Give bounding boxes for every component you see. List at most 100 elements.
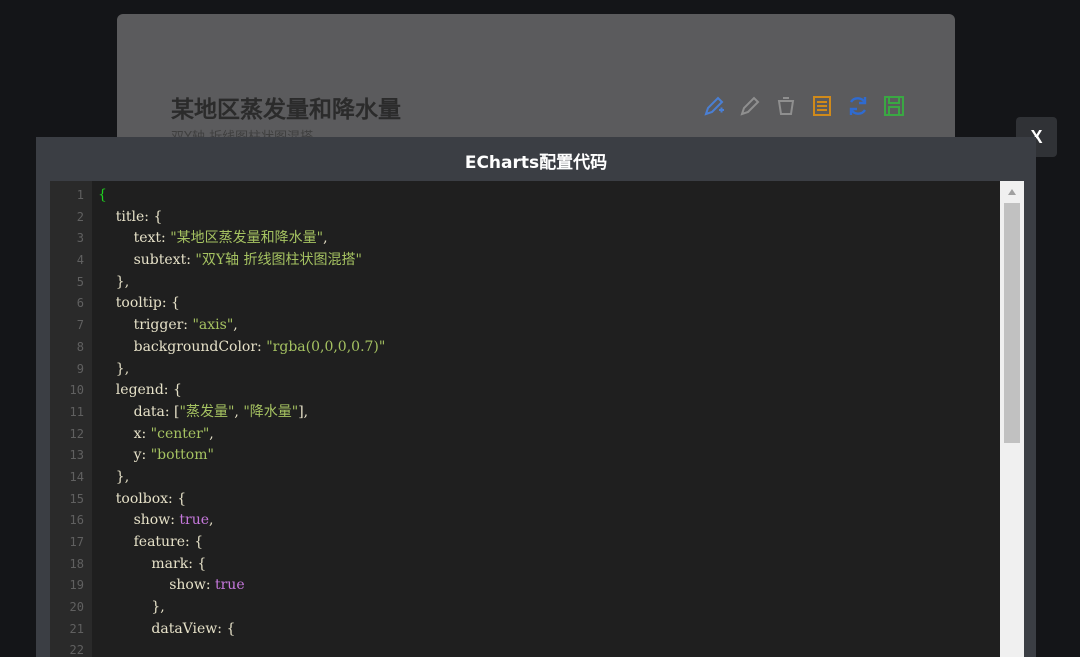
code-token: mark: { (98, 555, 207, 572)
mark-button[interactable] (701, 93, 727, 119)
code-token: }, (98, 468, 130, 485)
code-line: }, (98, 359, 998, 381)
line-number: 3 (76, 231, 84, 246)
line-number: 10 (69, 383, 84, 398)
code-line: { (98, 185, 998, 207)
code-token: "center" (150, 425, 210, 442)
code-token: , (234, 403, 244, 420)
code-token: , (209, 512, 214, 529)
save-image-icon (884, 96, 904, 116)
line-number: 22 (69, 643, 84, 657)
code-token: "双Y轴 折线图柱状图混搭" (195, 252, 362, 269)
code-token: "axis" (192, 317, 234, 334)
code-editor[interactable]: 1 2 3 4 5 6 7 8 9 10 11 12 13 14 15 16 17 18 19 20 21 22 { ti… (50, 181, 1024, 657)
scroll-up-button[interactable] (1000, 183, 1024, 201)
line-number: 12 (69, 426, 84, 441)
code-token: true (179, 512, 210, 529)
line-number: 11 (69, 404, 84, 419)
save-image-button[interactable] (881, 93, 907, 119)
mark-clear-icon (777, 97, 795, 115)
code-line: subtext: "双Y轴 折线图柱状图混搭" (98, 250, 998, 272)
mark-icon (704, 96, 724, 116)
code-line: }, (98, 272, 998, 294)
chart-title: 某地区蒸发量和降水量 (171, 97, 401, 123)
line-number: 9 (76, 361, 84, 376)
code-line: dataView: { (98, 619, 998, 641)
code-token: legend: { (98, 382, 182, 399)
line-number: 4 (76, 253, 84, 268)
code-line: legend: { (98, 380, 998, 402)
code-line: text: "某地区蒸发量和降水量", (98, 228, 998, 250)
code-token: "bottom" (150, 447, 214, 464)
code-line: show: true (98, 575, 998, 597)
code-token: backgroundColor: (98, 338, 267, 355)
config-code-dialog: ECharts配置代码 1 2 3 4 5 6 7 8 9 10 11 12 13 14 15 16 17 18 1… (36, 137, 1036, 657)
code-token: feature: { (98, 534, 204, 550)
line-number: 19 (69, 578, 84, 593)
scrollbar-thumb[interactable] (1004, 203, 1020, 443)
code-token: text: (98, 230, 171, 247)
code-token: tooltip: { (98, 295, 180, 312)
code-line: }, (98, 467, 998, 489)
code-line: x: "center", (98, 424, 998, 446)
code-line: feature: { (98, 532, 998, 554)
line-number: 5 (76, 274, 84, 289)
code-token: show: (98, 577, 215, 594)
code-token: subtext: (98, 252, 196, 269)
restore-icon (849, 97, 867, 115)
code-line: backgroundColor: "rgba(0,0,0,0.7)" (98, 337, 998, 359)
code-line: tooltip: { (98, 293, 998, 315)
code-token: "蒸发量" (179, 403, 235, 420)
line-number: 13 (69, 448, 84, 463)
code-token: data: [ (98, 403, 180, 420)
code-token: true (214, 577, 245, 594)
code-token: toolbox: { (98, 490, 187, 507)
restore-button[interactable] (845, 93, 871, 119)
code-token: "某地区蒸发量和降水量" (170, 230, 324, 247)
code-line: show: true, (98, 510, 998, 532)
code-content[interactable]: { title: { text: "某地区蒸发量和降水量", subtext: … (98, 185, 998, 657)
code-token: "降水量" (243, 403, 299, 420)
code-token: ], (298, 403, 309, 420)
code-token: dataView: { (98, 620, 236, 637)
chart-toolbox (701, 92, 907, 120)
code-token: , (323, 230, 328, 247)
code-token: "rgba(0,0,0,0.7)" (266, 338, 386, 355)
line-number: 20 (69, 600, 84, 615)
code-token: , (233, 317, 238, 334)
dialog-title: ECharts配置代码 (464, 152, 608, 173)
code-token: show: (98, 512, 180, 529)
line-number: 6 (76, 296, 84, 311)
line-number: 14 (69, 469, 84, 484)
code-token: x: (98, 425, 151, 442)
code-line: toolbox: { (98, 489, 998, 511)
mark-clear-button[interactable] (773, 93, 799, 119)
mark-undo-button[interactable] (737, 93, 763, 119)
arrow-up-icon (1008, 189, 1016, 195)
code-token: }, (98, 360, 130, 377)
line-number: 21 (69, 621, 84, 636)
code-token: }, (98, 599, 165, 616)
code-line: mark: { (98, 554, 998, 576)
line-number: 16 (69, 513, 84, 528)
line-number: 15 (69, 491, 84, 506)
code-line: title: { (98, 207, 998, 229)
code-line: trigger: "axis", (98, 315, 998, 337)
line-number: 2 (76, 209, 84, 224)
data-view-icon (813, 96, 831, 116)
code-line: y: "bottom" (98, 445, 998, 467)
code-line: }, (98, 597, 998, 619)
vertical-scrollbar[interactable] (1000, 181, 1024, 657)
code-token: trigger: (98, 317, 193, 334)
line-number: 17 (69, 535, 84, 549)
code-token: y: (98, 447, 151, 464)
line-number: 18 (69, 556, 84, 571)
code-line: data: ["蒸发量", "降水量"], (98, 402, 998, 424)
mark-undo-icon (740, 96, 760, 116)
data-view-button[interactable] (809, 93, 835, 119)
line-number: 7 (76, 318, 84, 333)
code-token: { (98, 187, 107, 203)
code-token: }, (98, 273, 130, 290)
code-token: , (209, 425, 214, 442)
